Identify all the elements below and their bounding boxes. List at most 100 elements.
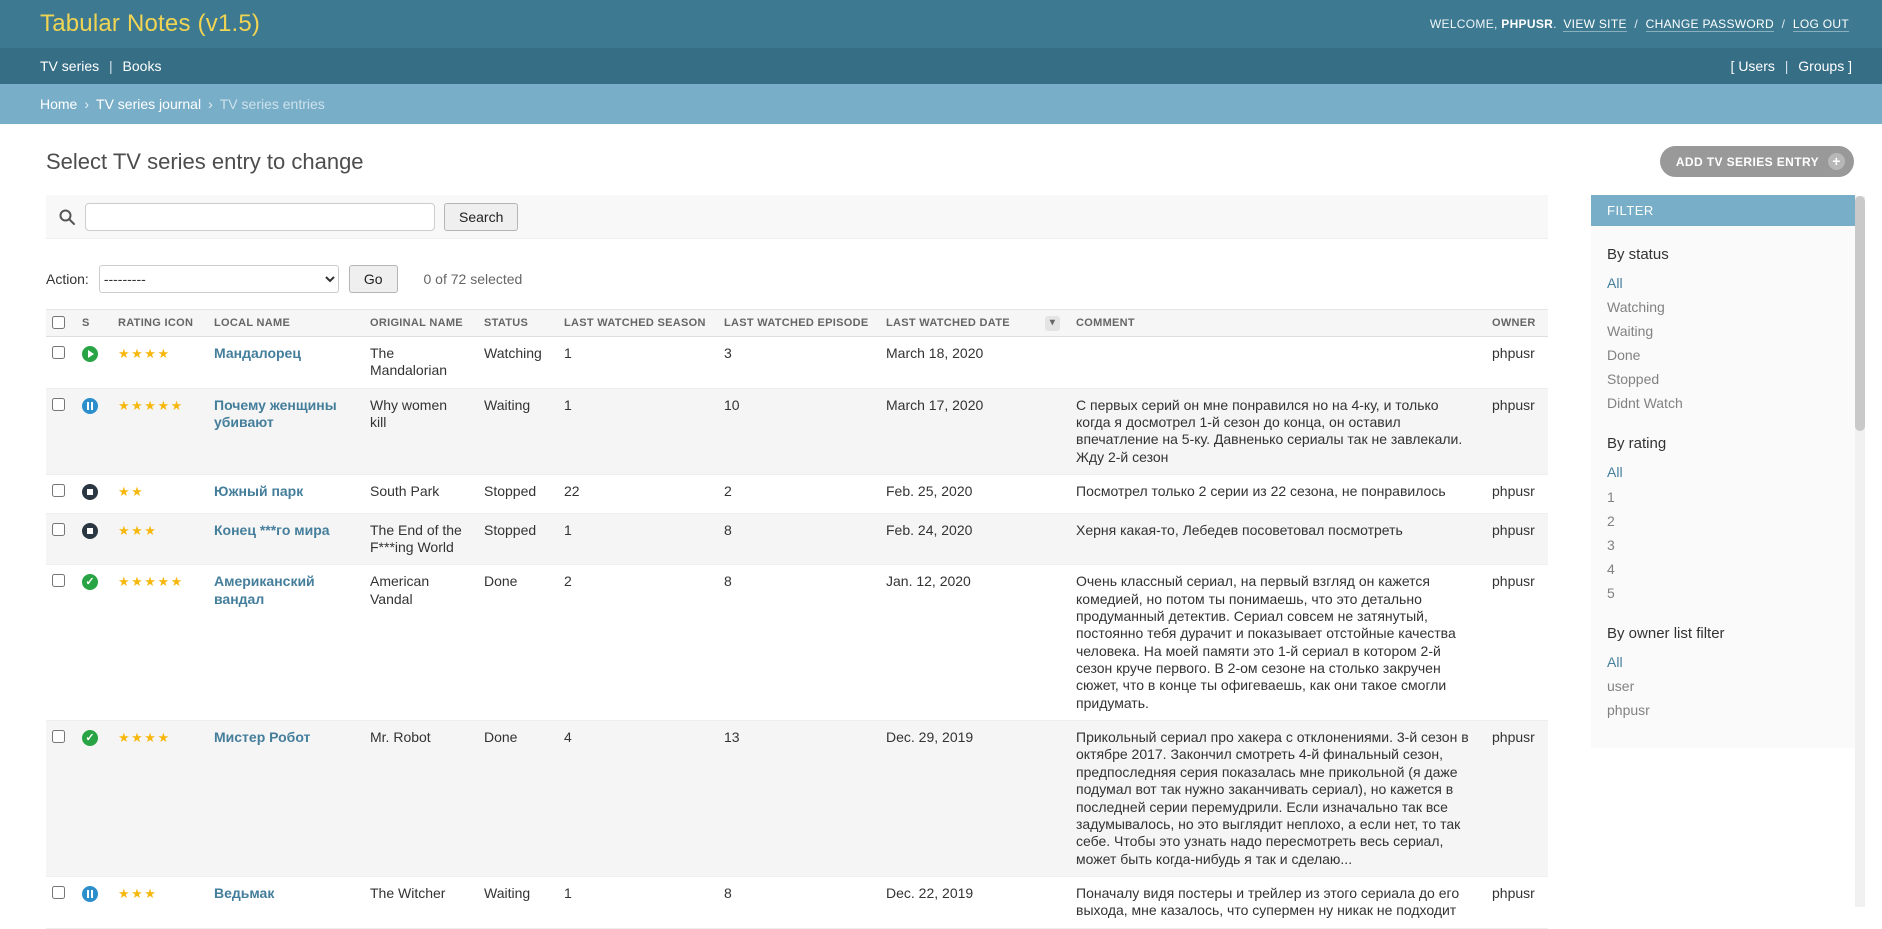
comment-text	[1066, 336, 1482, 389]
nav-users-link[interactable]: Users	[1738, 58, 1775, 74]
row-checkbox[interactable]	[52, 346, 65, 359]
status-check-icon	[82, 574, 98, 591]
comment-text: Посмотрел только 2 серии из 22 сезона, н…	[1066, 474, 1482, 514]
filter-option[interactable]: 3	[1607, 533, 1839, 557]
rating-stars-icon: ★★	[118, 484, 145, 500]
row-checkbox[interactable]	[52, 484, 65, 498]
nav-groups-link[interactable]: Groups	[1798, 58, 1844, 74]
filter-option[interactable]: Waiting	[1607, 319, 1839, 343]
filter-option[interactable]: All	[1607, 650, 1839, 674]
last-watched-episode: 8	[714, 513, 876, 566]
comment-text: Поначалу видя постеры и трейлер из этого…	[1066, 876, 1482, 929]
nav-books-link[interactable]: Books	[123, 58, 162, 74]
filter-option[interactable]: Stopped	[1607, 367, 1839, 391]
filter-title: FILTER	[1591, 195, 1855, 226]
content-head: Select TV series entry to change ADD TV …	[0, 124, 1882, 195]
local-name-link[interactable]: Почему женщины убивают	[214, 397, 337, 430]
status-text: Stopped	[474, 513, 554, 566]
row-checkbox[interactable]	[52, 730, 65, 744]
column-header-label: STATUS	[484, 317, 529, 329]
column-header-label: RATING ICON	[118, 317, 194, 329]
content-row: Search Action: --------- Go 0 of 72 sele…	[0, 195, 1882, 929]
row-checkbox[interactable]	[52, 574, 65, 588]
filter-option[interactable]: All	[1607, 271, 1839, 295]
filter-option-link[interactable]: 2	[1607, 513, 1615, 529]
go-button[interactable]: Go	[348, 265, 398, 293]
select-all-checkbox[interactable]	[52, 315, 65, 329]
row-checkbox[interactable]	[52, 885, 65, 899]
filter-option-link[interactable]: Watching	[1607, 299, 1665, 315]
filter-group: By owner list filter All user phpusr	[1591, 625, 1855, 722]
last-watched-season: 1	[554, 336, 714, 389]
rating-stars-icon: ★★★	[118, 522, 158, 538]
filter-option[interactable]: 1	[1607, 485, 1839, 509]
local-name-link[interactable]: Конец ***го мира	[214, 522, 330, 538]
column-header-original-name[interactable]: ORIGINAL NAME	[360, 309, 474, 337]
scrollbar[interactable]	[1855, 196, 1865, 907]
sort-descending-icon[interactable]: ▾	[1045, 316, 1060, 331]
scrollbar-thumb[interactable]	[1855, 196, 1865, 431]
site-title[interactable]: Tabular Notes (v1.5)	[40, 10, 260, 38]
action-select[interactable]: ---------	[98, 265, 339, 293]
filter-option-link[interactable]: 4	[1607, 561, 1615, 577]
column-header-last-watched-date[interactable]: LAST WATCHED DATE ▾	[876, 309, 1066, 337]
column-header-owner[interactable]: OWNER	[1482, 309, 1548, 337]
logout-link[interactable]: LOG OUT	[1792, 17, 1849, 32]
filter-option[interactable]: Watching	[1607, 295, 1839, 319]
add-tv-series-entry-button[interactable]: ADD TV SERIES ENTRY	[1659, 146, 1854, 177]
change-password-link[interactable]: CHANGE PASSWORD	[1645, 17, 1774, 32]
filter-option-link[interactable]: Stopped	[1607, 371, 1659, 387]
local-name-link[interactable]: Мандалорец	[214, 345, 301, 361]
breadcrumb-link[interactable]: TV series journal	[96, 96, 201, 112]
breadcrumb-current: TV series entries	[219, 96, 325, 112]
status-pause-icon	[82, 885, 98, 902]
status-text: Waiting	[474, 388, 554, 476]
rating-stars-icon: ★★★	[118, 885, 158, 901]
filter-option-link[interactable]: 1	[1607, 489, 1615, 505]
row-checkbox[interactable]	[52, 522, 65, 536]
filter-option[interactable]: 4	[1607, 557, 1839, 581]
search-icon	[58, 208, 76, 226]
filter-option-link[interactable]: All	[1607, 275, 1623, 291]
local-name-link[interactable]: Американский вандал	[214, 573, 315, 606]
filter-option[interactable]: 2	[1607, 509, 1839, 533]
filter-option-link[interactable]: All	[1607, 654, 1623, 670]
filter-option-link[interactable]: Done	[1607, 347, 1640, 363]
column-header-last-watched-season[interactable]: LAST WATCHED SEASON	[554, 309, 714, 337]
status-check-icon	[82, 730, 98, 747]
original-name: The Witcher	[360, 876, 474, 929]
filter-option-link[interactable]: 5	[1607, 585, 1615, 601]
last-watched-season: 4	[554, 720, 714, 877]
filter-option-link[interactable]: user	[1607, 678, 1634, 694]
local-name-link[interactable]: Мистер Робот	[214, 729, 310, 745]
selection-counter: 0 of 72 selected	[423, 271, 523, 287]
view-site-link[interactable]: VIEW SITE	[1563, 17, 1627, 32]
original-name: South Park	[360, 474, 474, 514]
filter-option-link[interactable]: phpusr	[1607, 702, 1650, 718]
search-button[interactable]: Search	[444, 202, 519, 231]
search-input[interactable]	[85, 202, 435, 231]
local-name-link[interactable]: Ведьмак	[214, 885, 274, 901]
filter-option-link[interactable]: 3	[1607, 537, 1615, 553]
column-header-comment[interactable]: COMMENT	[1066, 309, 1482, 337]
column-header-last-watched-episode[interactable]: LAST WATCHED EPISODE	[714, 309, 876, 337]
filter-option[interactable]: 5	[1607, 581, 1839, 605]
row-checkbox[interactable]	[52, 397, 65, 411]
column-header-local-name[interactable]: LOCAL NAME	[204, 309, 360, 337]
column-header-rating-icon[interactable]: RATING ICON	[108, 309, 204, 337]
filter-option[interactable]: Done	[1607, 343, 1839, 367]
nav-tv-series-link[interactable]: TV series	[40, 58, 99, 74]
filter-option[interactable]: phpusr	[1607, 698, 1839, 722]
filter-option[interactable]: All	[1607, 460, 1839, 484]
filter-option-link[interactable]: All	[1607, 464, 1623, 480]
local-name-link[interactable]: Южный парк	[214, 483, 303, 499]
column-header-s[interactable]: S	[72, 309, 108, 337]
filter-option[interactable]: Didnt Watch	[1607, 391, 1839, 415]
column-header-status[interactable]: STATUS	[474, 309, 554, 337]
table-row: ★★★ Конец ***го мира The End of the F***…	[46, 513, 1548, 566]
filter-option-link[interactable]: Didnt Watch	[1607, 395, 1683, 411]
breadcrumb-link[interactable]: Home	[40, 96, 77, 112]
filter-option[interactable]: user	[1607, 674, 1839, 698]
filter-option-link[interactable]: Waiting	[1607, 323, 1653, 339]
comment-text: Херня какая-то, Лебедев посоветовал посм…	[1066, 513, 1482, 566]
